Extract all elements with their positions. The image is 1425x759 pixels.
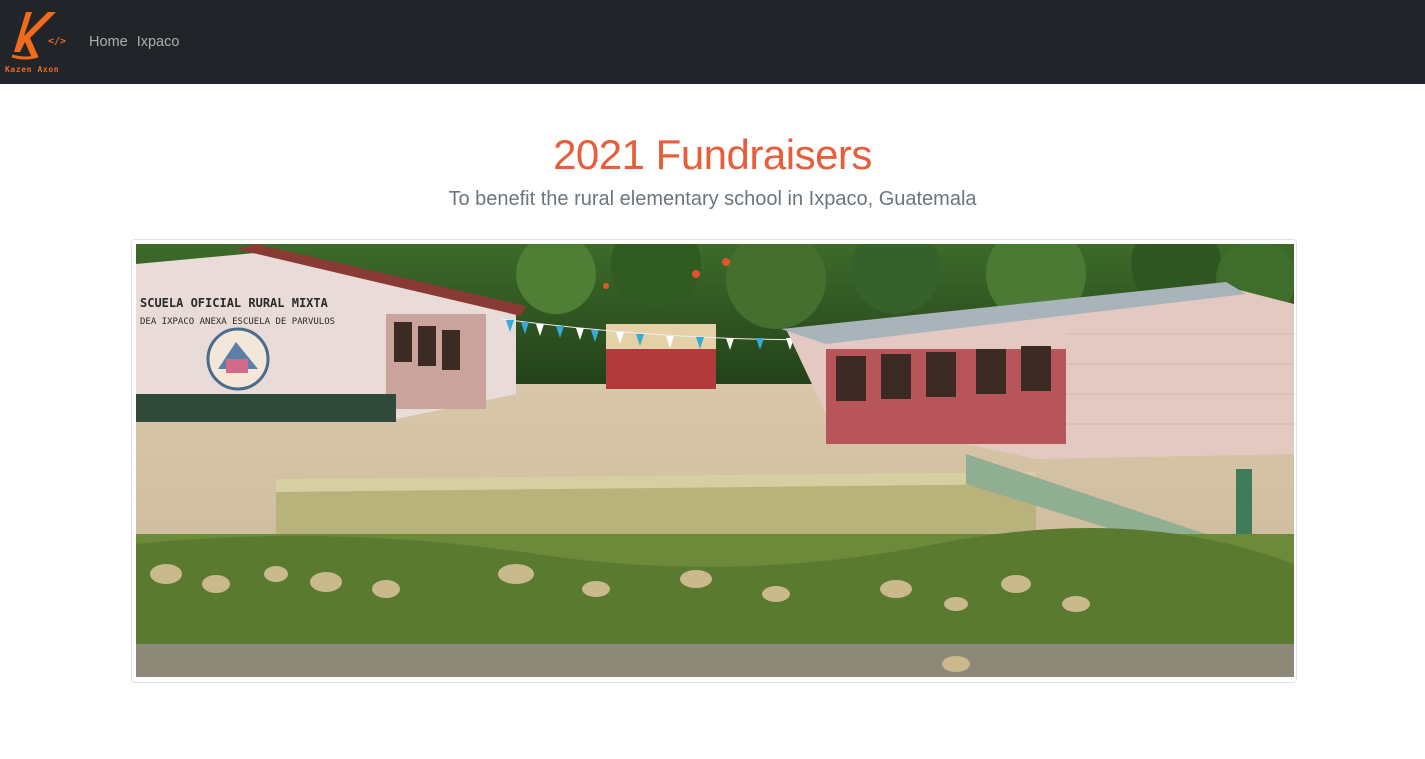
k-logo-icon: </> [11,12,66,60]
top-navbar: </> Kazen Axon Home Ixpaco [0,0,1425,84]
brand-logo-link[interactable]: </> Kazen Axon [4,6,70,76]
school-sign-line2: DEA IXPACO ANEXA ESCUELA DE PARVULOS [140,317,335,327]
nav-link-ixpaco[interactable]: Ixpaco [137,32,180,52]
page-subtitle: To benefit the rural elementary school i… [448,188,977,210]
code-glyph: </> [48,36,66,47]
page-title: 2021 Fundraisers [553,131,872,178]
nav-link-home[interactable]: Home [89,32,128,52]
nav-links: Home Ixpaco [89,32,188,52]
school-sign-line1: SCUELA OFICIAL RURAL MIXTA [140,296,329,310]
school-photo: SCUELA OFICIAL RURAL MIXTA DEA IXPACO AN… [136,244,1294,677]
school-photo-frame: SCUELA OFICIAL RURAL MIXTA DEA IXPACO AN… [131,239,1297,683]
brand-name: Kazen Axon [5,65,60,74]
